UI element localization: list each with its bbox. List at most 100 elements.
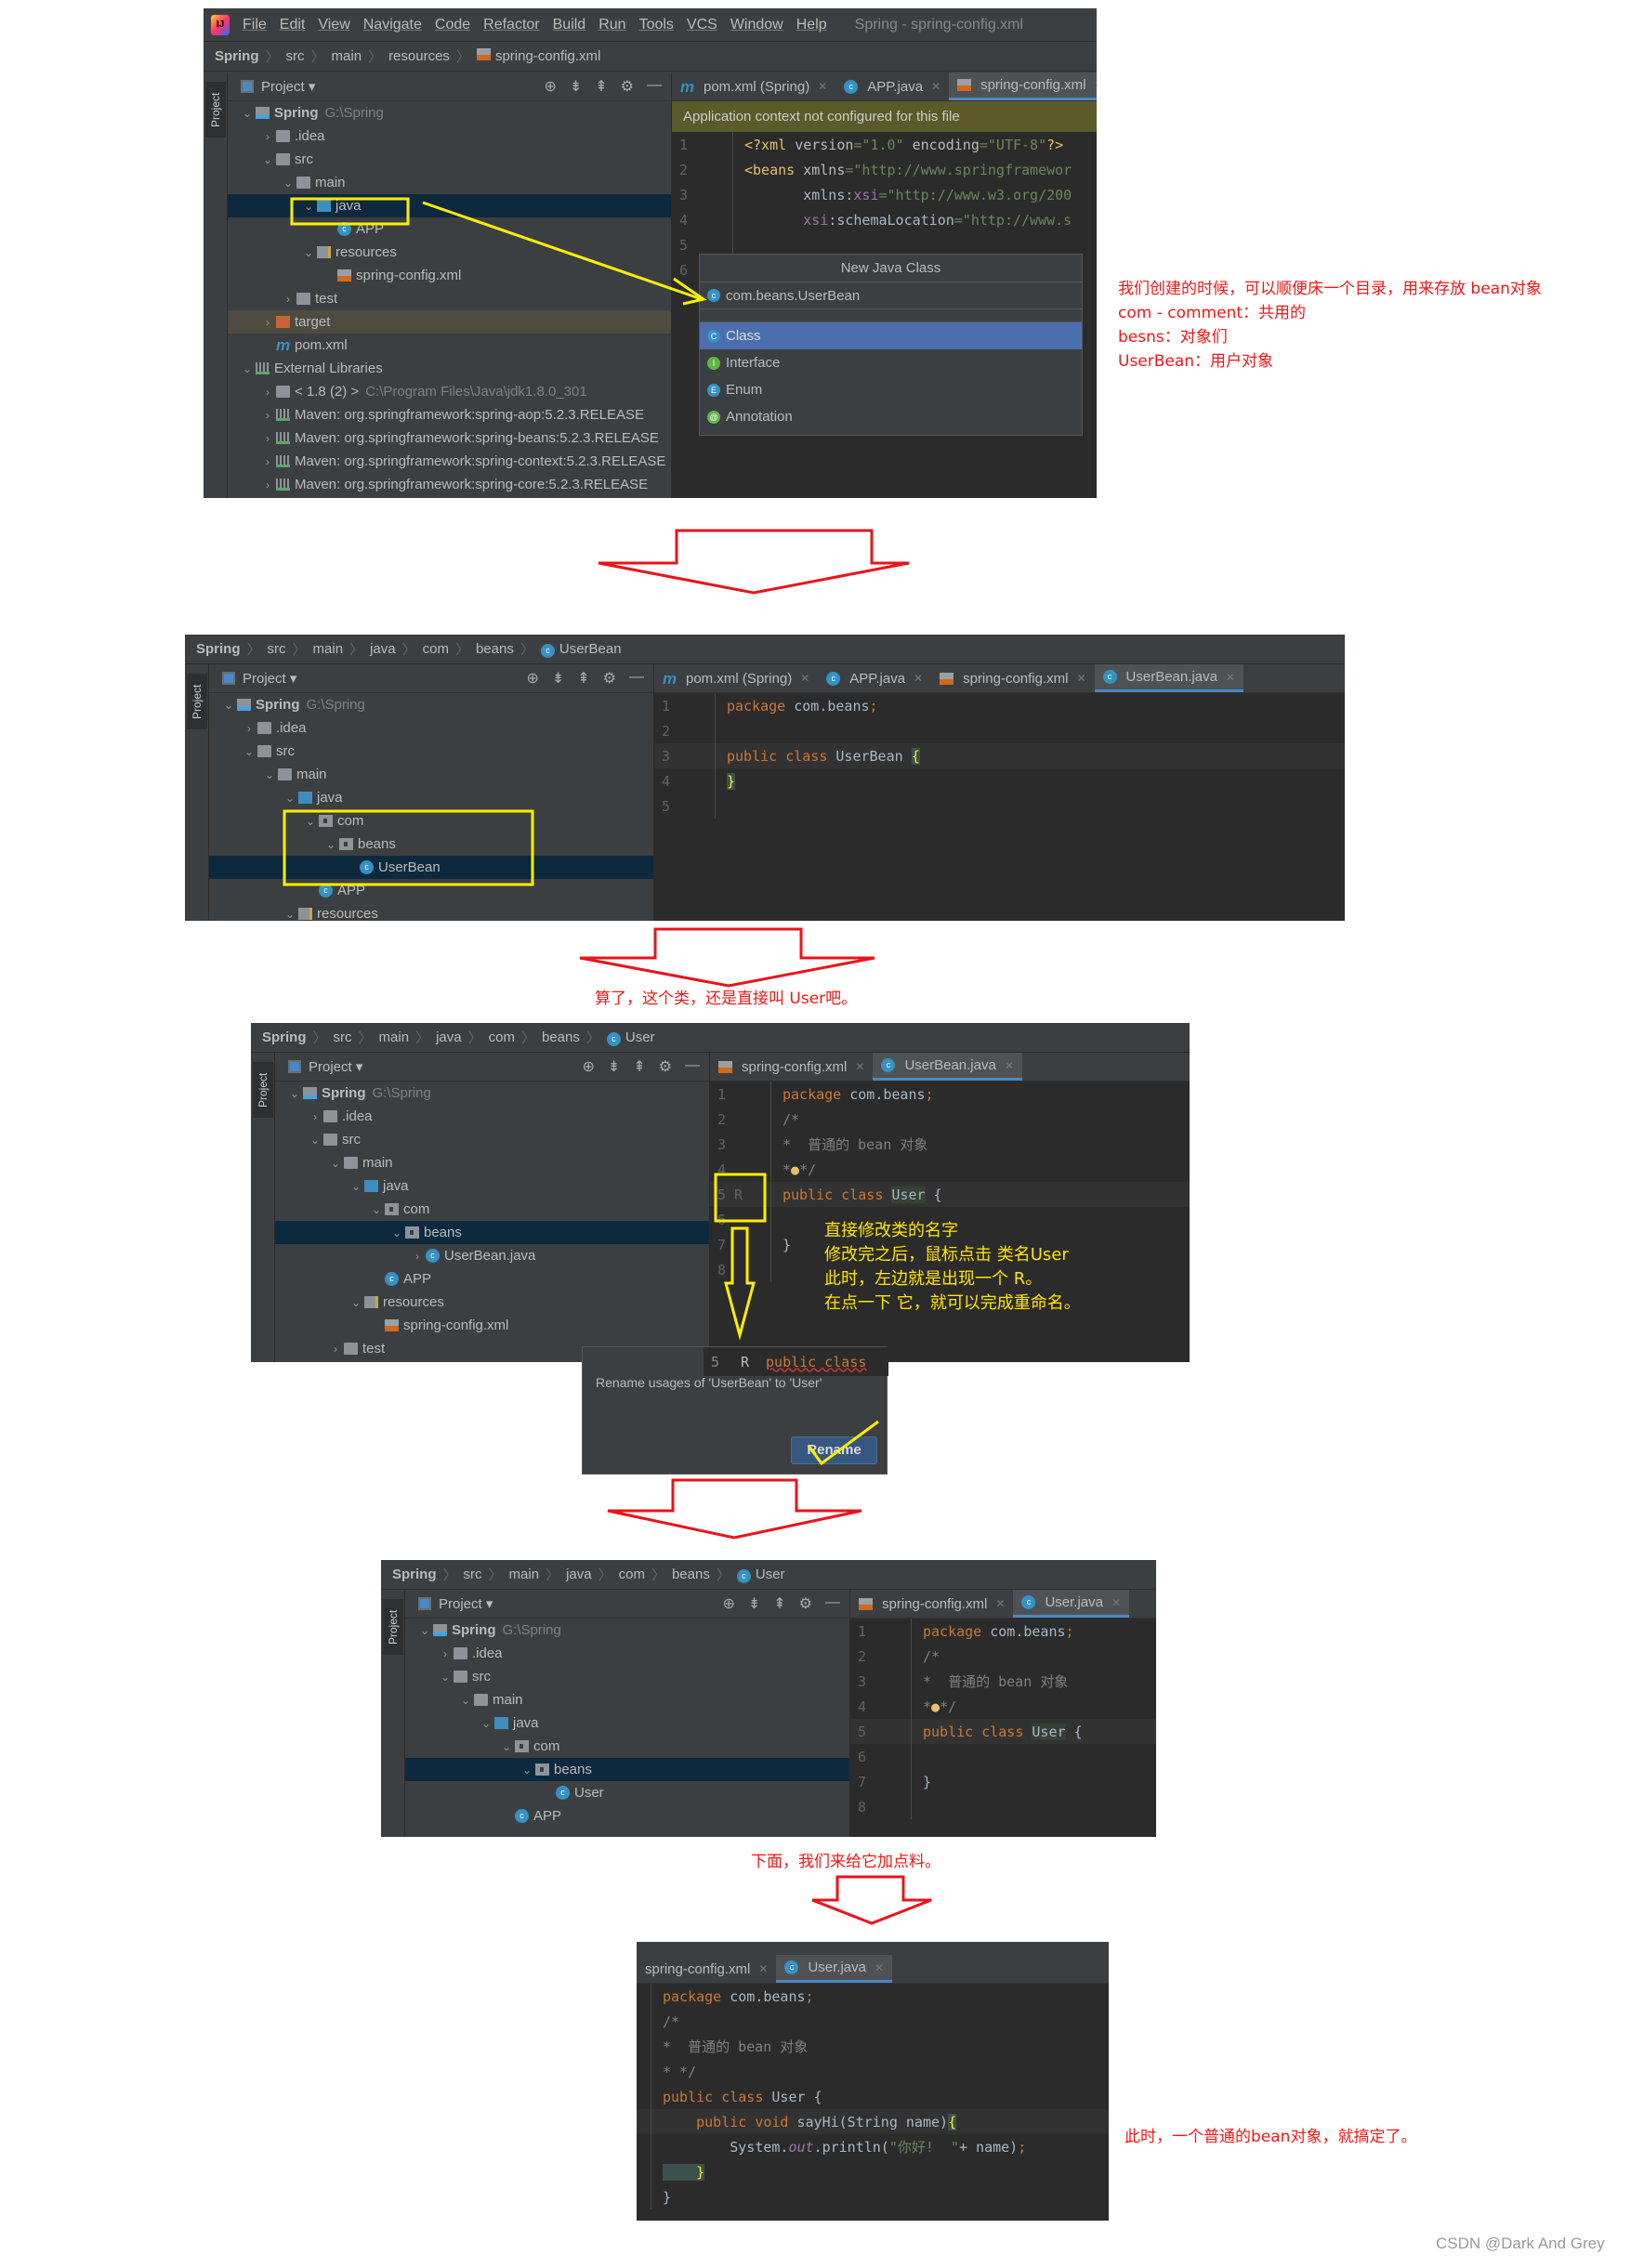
rename-button[interactable]: Rename: [791, 1436, 877, 1464]
chevron-down-icon[interactable]: ⌄: [300, 200, 317, 213]
close-tab-icon[interactable]: ✕: [875, 1961, 884, 1974]
tree-item-maven-org-springframework-spring-core-5-2-3-release[interactable]: › Maven: org.springframework:spring-core:…: [228, 473, 671, 496]
gear-icon[interactable]: ⚙: [603, 669, 616, 688]
chevron-down-icon[interactable]: ⌄: [437, 1671, 454, 1684]
menu-view[interactable]: View: [318, 17, 349, 33]
breadcrumb-item[interactable]: main: [379, 1029, 410, 1045]
breadcrumb-item[interactable]: main: [332, 48, 362, 64]
rename-r-icon[interactable]: R: [741, 1354, 749, 1370]
close-tab-icon[interactable]: ✕: [855, 1060, 864, 1073]
menu-code[interactable]: Code: [435, 17, 470, 33]
tree-item-beans[interactable]: ⌄ beans: [209, 832, 653, 856]
tree-item-spring[interactable]: ⌄ Spring G:\Spring: [405, 1619, 849, 1642]
chevron-right-icon[interactable]: ›: [409, 1250, 426, 1263]
code-area[interactable]: 1 package com.beans; 2 /* 3 * 普通的 bean 对象 4 *●*…: [850, 1619, 1156, 1819]
tree-item-app[interactable]: c APP: [405, 1804, 849, 1828]
code-area[interactable]: package com.beans; /* * 普通的 bean 对象 * */ pub…: [637, 1984, 1109, 2209]
tree-item-java[interactable]: ⌄ java: [209, 786, 653, 809]
collapse-all-icon[interactable]: ⇞: [595, 77, 607, 96]
tree-item-src[interactable]: ⌄ src: [405, 1665, 849, 1688]
breadcrumb-item[interactable]: beans: [476, 641, 514, 657]
tree-item-resources[interactable]: ⌄ resources: [209, 902, 653, 921]
close-tab-icon[interactable]: ✕: [1226, 671, 1235, 684]
tab-spring-config-xml[interactable]: spring-config.xml ✕: [850, 1590, 1013, 1618]
breadcrumb-item[interactable]: c User: [736, 1567, 785, 1583]
project-tool-button[interactable]: Project: [383, 1599, 403, 1655]
tree-item--1-8-2-[interactable]: › < 1.8 (2) > C:\Program Files\Java\jdk1.8…: [228, 380, 671, 403]
chevron-right-icon[interactable]: ›: [280, 293, 296, 306]
breadcrumb-item[interactable]: com: [489, 1029, 515, 1045]
tree-item-com[interactable]: ⌄ com: [405, 1735, 849, 1758]
tree-item-user[interactable]: c User: [405, 1781, 849, 1804]
chevron-down-icon[interactable]: ⌄: [322, 838, 339, 851]
chevron-right-icon[interactable]: ›: [437, 1647, 454, 1660]
tree-item-java[interactable]: ⌄ java: [228, 194, 671, 217]
tab-userbean-java[interactable]: c UserBean.java ✕: [1094, 664, 1243, 692]
tree-item-resources[interactable]: ⌄ resources: [228, 241, 671, 264]
breadcrumb-item[interactable]: src: [464, 1567, 482, 1582]
class-name-input[interactable]: c com.beans.UserBean: [700, 282, 1082, 309]
chevron-right-icon[interactable]: ›: [259, 130, 276, 143]
tree-item-main[interactable]: ⌄ main: [209, 763, 653, 786]
tree-item-spring-config-xml[interactable]: spring-config.xml: [275, 1314, 709, 1337]
tree-item--idea[interactable]: › .idea: [209, 716, 653, 740]
breadcrumb-item[interactable]: Spring: [196, 641, 241, 657]
tree-item-maven-org-springframework-spring-beans-5-2-3-release[interactable]: › Maven: org.springframework:spring-beans…: [228, 426, 671, 450]
chevron-down-icon[interactable]: ⌄: [241, 745, 257, 758]
breadcrumb-item[interactable]: java: [566, 1567, 592, 1582]
tree-item-pom-xml[interactable]: m pom.xml: [228, 334, 671, 357]
locate-icon[interactable]: ⊕: [526, 669, 538, 688]
tab-spring-config-xml[interactable]: spring-config.xml ✕: [931, 664, 1094, 692]
breadcrumb-item[interactable]: src: [334, 1029, 352, 1045]
expand-all-icon[interactable]: ⇟: [608, 1057, 620, 1076]
breadcrumb-item[interactable]: com: [619, 1567, 645, 1582]
chevron-right-icon[interactable]: ›: [259, 455, 276, 468]
chevron-right-icon[interactable]: ›: [259, 409, 276, 422]
tree-item-beans[interactable]: ⌄ beans: [405, 1758, 849, 1781]
project-view-dropdown[interactable]: Project ▾: [261, 78, 315, 95]
tree-item-com[interactable]: ⌄ com: [209, 809, 653, 832]
option-annotation[interactable]: @ Annotation: [700, 403, 1082, 430]
menu-help[interactable]: Help: [796, 17, 827, 33]
tree-item-external-libraries[interactable]: ⌄ External Libraries: [228, 357, 671, 380]
menu-build[interactable]: Build: [553, 17, 586, 33]
collapse-all-icon[interactable]: ⇞: [577, 669, 589, 688]
menu-tools[interactable]: Tools: [639, 17, 674, 33]
tree-item-com[interactable]: ⌄ com: [275, 1198, 709, 1221]
tab-app-java[interactable]: c APP.java ✕: [818, 664, 931, 692]
chevron-down-icon[interactable]: ⌄: [282, 792, 298, 805]
chevron-down-icon[interactable]: ⌄: [282, 908, 298, 921]
chevron-down-icon[interactable]: ⌄: [307, 1134, 323, 1147]
chevron-down-icon[interactable]: ⌄: [388, 1226, 405, 1239]
close-tab-icon[interactable]: ✕: [818, 80, 827, 93]
menu-run[interactable]: Run: [598, 17, 625, 33]
breadcrumb-item[interactable]: c User: [606, 1029, 655, 1046]
code-area[interactable]: 1 package com.beans; 2 3 public class UserBe…: [654, 693, 1345, 819]
tree-item-app[interactable]: c APP: [275, 1267, 709, 1291]
tree-item--idea[interactable]: › .idea: [275, 1105, 709, 1128]
breadcrumb-item[interactable]: java: [370, 641, 396, 657]
close-tab-icon[interactable]: ✕: [1076, 672, 1085, 685]
chevron-right-icon[interactable]: ›: [307, 1110, 323, 1123]
expand-all-icon[interactable]: ⇟: [570, 77, 582, 96]
chevron-right-icon[interactable]: ›: [327, 1343, 344, 1356]
breadcrumb-item[interactable]: main: [313, 641, 344, 657]
gear-icon[interactable]: ⚙: [799, 1594, 812, 1613]
menu-window[interactable]: Window: [730, 17, 783, 33]
tree-item-userbean[interactable]: c UserBean: [209, 856, 653, 879]
breadcrumb-item[interactable]: com: [423, 641, 449, 657]
close-tab-icon[interactable]: ✕: [1094, 79, 1097, 92]
tree-item-src[interactable]: ⌄ src: [275, 1128, 709, 1151]
chevron-right-icon[interactable]: ›: [259, 316, 276, 329]
tab-spring-config-xml[interactable]: spring-config.xml ✕: [710, 1053, 873, 1081]
close-tab-icon[interactable]: ✕: [914, 672, 923, 685]
tab-spring-config-xml[interactable]: spring-config.xml ✕: [637, 1955, 776, 1983]
chevron-right-icon[interactable]: ›: [241, 722, 257, 735]
menu-edit[interactable]: Edit: [280, 17, 306, 33]
chevron-down-icon[interactable]: ⌄: [261, 768, 278, 781]
chevron-right-icon[interactable]: ›: [259, 386, 276, 399]
tree-item-test[interactable]: › test: [228, 287, 671, 310]
tree-item-beans[interactable]: ⌄ beans: [275, 1221, 709, 1244]
tree-item-maven-org-springframework-spring-aop-5-2-3-release[interactable]: › Maven: org.springframework:spring-aop:5…: [228, 403, 671, 426]
tree-item-src[interactable]: ⌄ src: [228, 148, 671, 171]
